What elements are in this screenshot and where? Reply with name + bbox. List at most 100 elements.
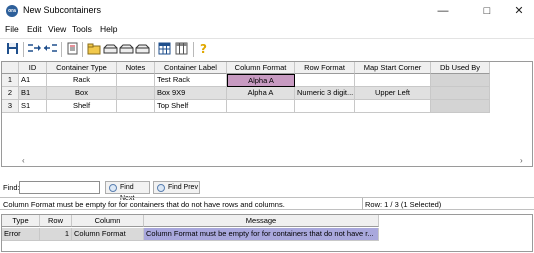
cell-db-used-by[interactable] — [431, 87, 490, 100]
cell-container-label[interactable]: Test Rack — [155, 74, 227, 87]
window-title: New Subcontainers — [23, 5, 102, 15]
find-next-button[interactable]: Find Next — [105, 181, 150, 202]
column-header-container-label[interactable]: Container Label — [155, 62, 227, 74]
close-icon: ✕ — [514, 5, 524, 17]
msg-column-header-column[interactable]: Column — [72, 215, 144, 227]
column-header-container-type[interactable]: Container Type — [47, 62, 117, 74]
toolbar-separator — [82, 42, 83, 57]
cell-id[interactable]: S1 — [19, 100, 47, 113]
msg-cell-column[interactable]: Column Format — [72, 228, 144, 241]
find-prev-label: Find Prev — [168, 184, 198, 191]
find-prev-button[interactable]: Find Prev — [153, 181, 200, 194]
menu-view[interactable]: View — [48, 24, 66, 34]
open-folder-icon — [87, 43, 101, 55]
cell-column-format[interactable] — [227, 100, 295, 113]
split-left-icon — [44, 44, 57, 52]
app-icon: ora — [6, 5, 18, 17]
cell-map-start-corner[interactable] — [355, 74, 431, 87]
cell-db-used-by[interactable] — [431, 100, 490, 113]
title-bar: ora New Subcontainers — □ ✕ — [0, 0, 534, 22]
document-button[interactable] — [66, 42, 81, 56]
msg-column-header-type[interactable]: Type — [2, 215, 40, 227]
toolbar-separator — [154, 42, 155, 57]
column-header-row-format[interactable]: Row Format — [295, 62, 355, 74]
maximize-button[interactable]: □ — [472, 0, 502, 22]
svg-text:?: ? — [200, 42, 207, 55]
msg-column-header-row[interactable]: Row — [40, 215, 72, 227]
minimize-icon: — — [437, 5, 449, 17]
menu-edit[interactable]: Edit — [27, 24, 42, 34]
row-number[interactable]: 1 — [2, 74, 19, 87]
row-number[interactable]: 3 — [2, 100, 19, 113]
minimize-button[interactable]: — — [428, 0, 458, 22]
menu-file[interactable]: File — [5, 24, 19, 34]
open-folder-button[interactable] — [87, 42, 102, 56]
table-button[interactable] — [158, 42, 173, 56]
msg-cell-type[interactable]: Error — [2, 228, 40, 241]
tray-icon — [103, 44, 118, 54]
cell-notes[interactable] — [117, 74, 155, 87]
table-icon — [158, 42, 171, 55]
column-header-db-used-by[interactable]: Db Used By — [431, 62, 490, 74]
msg-column-header-message[interactable]: Message — [144, 215, 379, 227]
save-button[interactable] — [6, 42, 21, 56]
find-label: Find: — [3, 183, 20, 192]
status-divider — [362, 198, 363, 210]
save-icon — [7, 43, 18, 54]
split-right-button[interactable] — [27, 42, 42, 56]
cell-container-label[interactable]: Top Shelf — [155, 100, 227, 113]
cell-container-type[interactable]: Rack — [47, 74, 117, 87]
menu-bar: File Edit View Tools Help — [0, 22, 534, 37]
cell-row-format[interactable]: Numeric 3 digit... — [295, 87, 355, 100]
column-header-id[interactable]: ID — [19, 62, 47, 74]
subcontainers-grid[interactable]: ID Container Type Notes Container Label … — [1, 61, 533, 167]
tray-icon — [135, 44, 150, 54]
msg-cell-row[interactable]: 1 — [40, 228, 72, 241]
cell-row-format[interactable] — [295, 100, 355, 113]
scroll-left-icon[interactable]: ‹ — [22, 156, 25, 165]
column-header-map-start-corner[interactable]: Map Start Corner — [355, 62, 431, 74]
status-bar: Column Format must be empty for for cont… — [0, 197, 534, 210]
row-number[interactable]: 2 — [2, 87, 19, 100]
split-left-button[interactable] — [43, 42, 58, 56]
column-select-button[interactable] — [175, 42, 190, 56]
help-icon: ? — [200, 42, 207, 56]
toolbar-separator — [61, 42, 62, 57]
cell-row-format[interactable] — [295, 74, 355, 87]
tray-icon — [119, 44, 134, 54]
cell-db-used-by[interactable] — [431, 74, 490, 87]
msg-cell-message[interactable]: Column Format must be empty for for cont… — [144, 228, 379, 241]
cell-map-start-corner[interactable]: Upper Left — [355, 87, 431, 100]
cell-container-label[interactable]: Box 9X9 — [155, 87, 227, 100]
horizontal-scrollbar[interactable]: ‹ › — [2, 156, 532, 166]
tray-button-1[interactable] — [103, 42, 118, 56]
toolbar-separator — [23, 42, 24, 57]
cell-notes[interactable] — [117, 87, 155, 100]
messages-table[interactable]: Type Row Column Message Error 1 Column F… — [1, 214, 533, 252]
column-header-column-format[interactable]: Column Format — [227, 62, 295, 74]
cell-container-type[interactable]: Shelf — [47, 100, 117, 113]
cell-id[interactable]: A1 — [19, 74, 47, 87]
cell-id[interactable]: B1 — [19, 87, 47, 100]
close-button[interactable]: ✕ — [504, 0, 534, 22]
find-bar: Find: Find Next Find Prev — [0, 180, 534, 202]
cell-column-format-selected[interactable]: Alpha A — [227, 74, 295, 87]
cell-container-type[interactable]: Box — [47, 87, 117, 100]
tray-button-3[interactable] — [135, 42, 150, 56]
column-select-icon — [175, 42, 188, 55]
tray-button-2[interactable] — [119, 42, 134, 56]
grid-corner[interactable] — [2, 62, 19, 74]
find-input[interactable] — [19, 181, 100, 194]
menu-help[interactable]: Help — [100, 24, 117, 34]
cell-map-start-corner[interactable] — [355, 100, 431, 113]
maximize-icon: □ — [483, 5, 491, 17]
find-next-icon — [109, 184, 117, 192]
help-button[interactable]: ? — [197, 42, 212, 56]
menu-tools[interactable]: Tools — [72, 24, 92, 34]
row-info: Row: 1 / 3 (1 Selected) — [365, 200, 442, 209]
column-header-notes[interactable]: Notes — [117, 62, 155, 74]
find-prev-icon — [157, 184, 165, 192]
cell-notes[interactable] — [117, 100, 155, 113]
cell-column-format[interactable]: Alpha A — [227, 87, 295, 100]
scroll-right-icon[interactable]: › — [520, 156, 523, 165]
